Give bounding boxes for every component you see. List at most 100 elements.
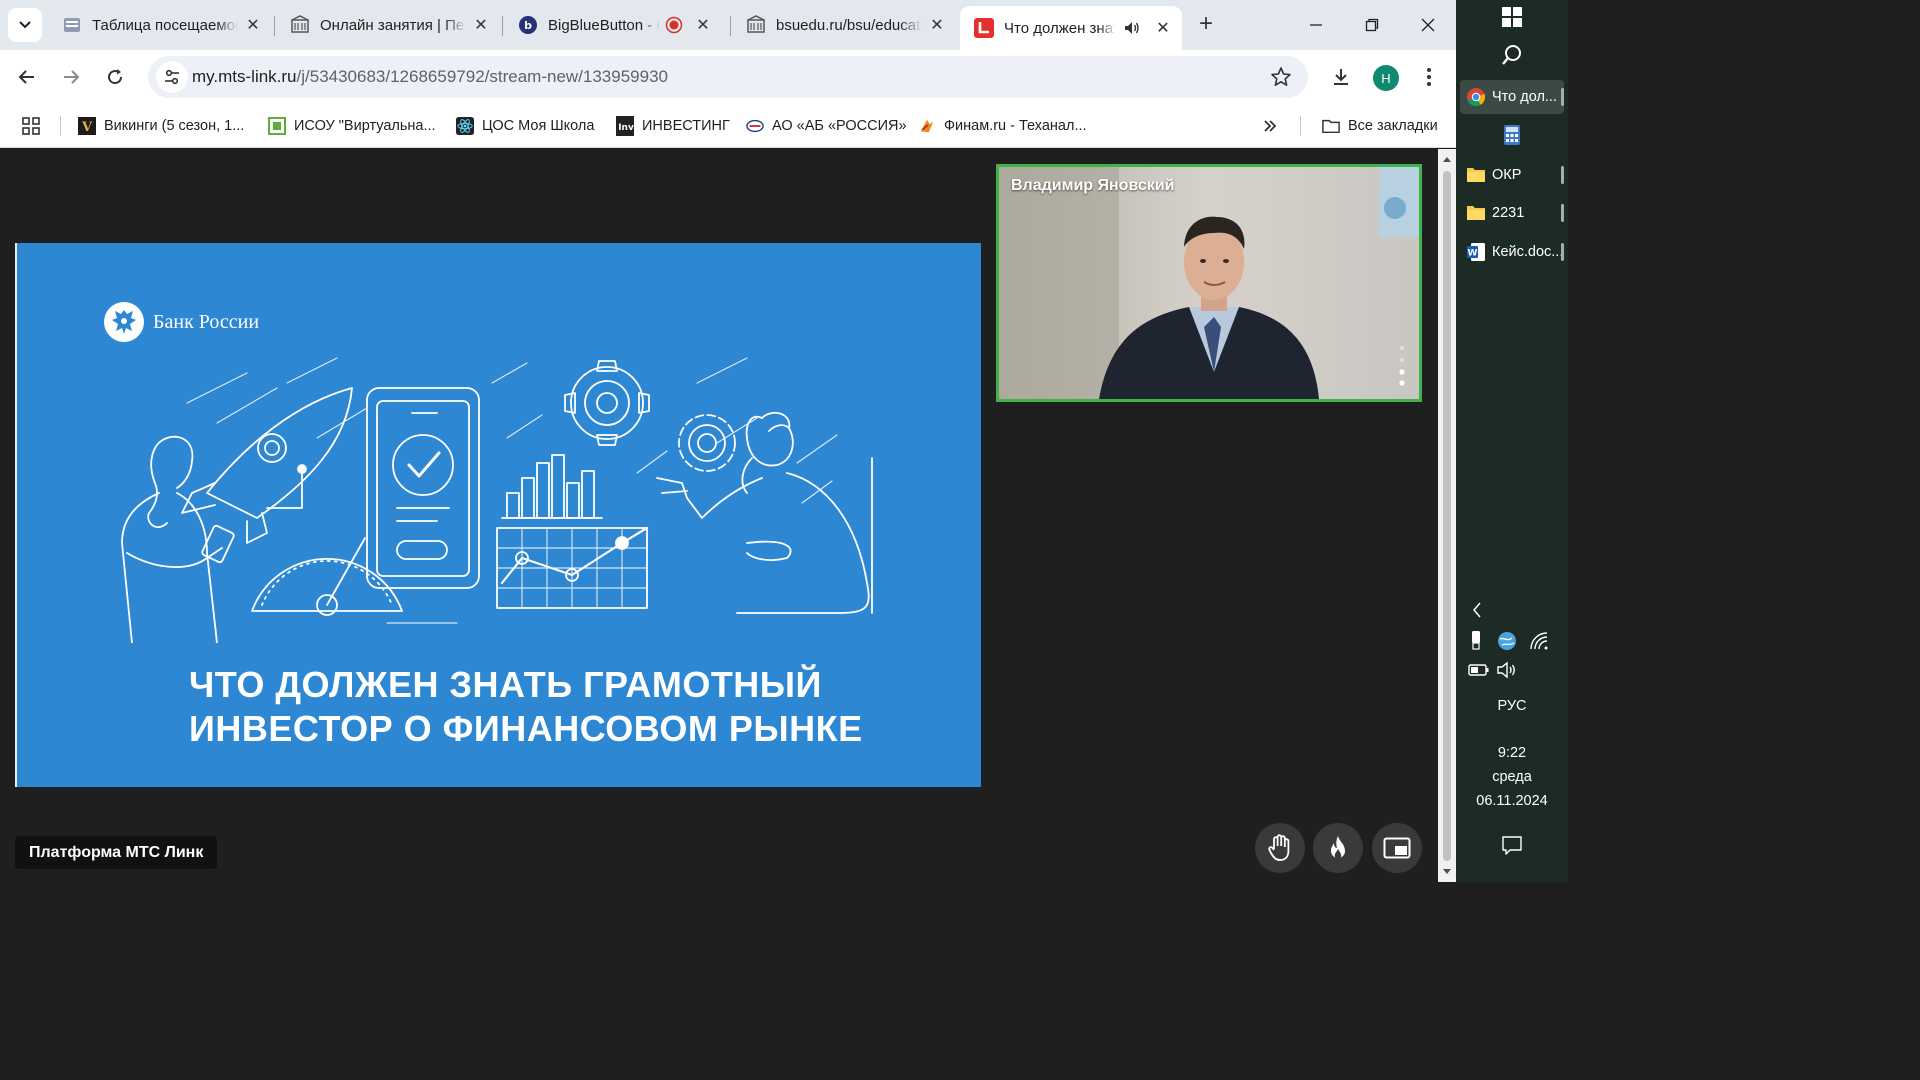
bookmark-my-school[interactable]: ЦОС Моя Школа	[456, 113, 594, 139]
speaker-video[interactable]: Владимир Яновский	[996, 164, 1422, 402]
wifi-icon	[1530, 632, 1548, 650]
speaker-icon[interactable]	[1122, 18, 1142, 38]
restore-button[interactable]	[1344, 8, 1400, 42]
minimize-button[interactable]	[1288, 8, 1344, 42]
browser-toolbar: my.mts-link.ru/j/53430683/1268659792/str…	[0, 50, 1456, 104]
close-icon[interactable]: ✕	[694, 16, 712, 34]
new-tab-button[interactable]: +	[1192, 10, 1220, 38]
folder-icon	[1466, 203, 1486, 223]
bookmark-label: АО «АБ «РОССИЯ»	[772, 118, 907, 134]
reload-button[interactable]	[98, 60, 132, 94]
brand-name: Банк России	[153, 310, 260, 333]
more-vertical-icon	[1427, 68, 1431, 86]
tray-usb-device[interactable]	[1468, 630, 1484, 652]
picture-in-picture-button[interactable]	[1372, 823, 1422, 873]
close-window-button[interactable]	[1400, 8, 1456, 42]
tab-mts-link-active[interactable]: Что должен знать ✕	[960, 6, 1182, 50]
scrollbar-thumb[interactable]	[1443, 171, 1451, 861]
scroll-up-icon[interactable]	[1438, 151, 1456, 167]
start-button[interactable]	[1500, 6, 1524, 30]
arrow-right-icon	[64, 70, 80, 84]
svg-text:V: V	[81, 120, 93, 135]
address-bar[interactable]: my.mts-link.ru/j/53430683/1268659792/str…	[148, 56, 1308, 98]
site-info-button[interactable]	[156, 61, 188, 93]
page-scrollbar[interactable]	[1438, 149, 1456, 882]
bookmarks-overflow-button[interactable]	[1262, 113, 1278, 139]
bookmark-isou[interactable]: ИСОУ "Виртуальна...	[268, 113, 436, 139]
tab-title: BigBlueButton - С	[548, 16, 660, 34]
react-icon	[456, 117, 474, 135]
tray-wifi[interactable]	[1528, 630, 1550, 652]
raise-hand-button[interactable]	[1255, 823, 1305, 873]
search-icon	[1502, 45, 1521, 65]
more-vertical-icon[interactable]	[1399, 343, 1405, 389]
notifications-button[interactable]	[1500, 834, 1524, 858]
clock-time[interactable]: 9:22	[1456, 745, 1568, 761]
isou-icon	[268, 117, 286, 135]
tab-bigbluebutton[interactable]: b BigBlueButton - С ✕	[504, 6, 728, 44]
url-text[interactable]: my.mts-link.ru/j/53430683/1268659792/str…	[192, 67, 668, 87]
bookmark-label: ИСОУ "Виртуальна...	[294, 118, 436, 134]
svg-text:W: W	[1468, 249, 1478, 259]
investment-illustration	[121, 357, 873, 643]
headline-line-2: ИНВЕСТОР О ФИНАНСОВОМ РЫНКЕ	[189, 708, 863, 749]
taskbar-chrome-window[interactable]: Что дол...	[1460, 80, 1564, 114]
tray-vpn[interactable]	[1496, 630, 1518, 652]
browser-menu-button[interactable]	[1412, 60, 1446, 94]
bookmark-investing[interactable]: Inv ИНВЕСТИНГ	[616, 113, 730, 139]
platform-label: Платформа МТС Линк	[15, 836, 218, 869]
svg-text:b: b	[524, 19, 532, 32]
all-bookmarks-button[interactable]: Все закладки	[1322, 113, 1438, 139]
bookmark-finam[interactable]: Финам.ru - Теханал...	[918, 113, 1087, 139]
star-icon	[1271, 67, 1291, 86]
open-indicator	[1561, 166, 1564, 184]
building-icon	[290, 15, 310, 35]
calculator-icon	[1504, 125, 1520, 145]
close-icon[interactable]: ✕	[928, 16, 946, 34]
arrow-left-icon	[18, 70, 34, 84]
tab-online-classes[interactable]: Онлайн занятия | Пе ✕	[276, 6, 500, 44]
close-icon[interactable]: ✕	[244, 16, 262, 34]
show-hidden-icons-button[interactable]	[1468, 600, 1486, 622]
tab-attendance[interactable]: Таблица посещаемости ✕	[48, 6, 272, 44]
tab-bsuedu[interactable]: bsuedu.ru/bsu/educat ✕	[732, 6, 956, 44]
taskbar-folder-okr[interactable]: ОКР	[1460, 158, 1564, 192]
taskbar-calculator[interactable]	[1500, 124, 1524, 148]
restore-icon	[1365, 18, 1379, 32]
tab-title: Онлайн занятия | Пе	[320, 16, 465, 34]
picture-in-picture-icon	[1383, 837, 1411, 859]
taskbar-word-document[interactable]: W Кейс.doc...	[1460, 235, 1564, 269]
word-icon: W	[1466, 242, 1486, 262]
bookmark-vikings[interactable]: V Викинги (5 сезон, 1...	[78, 113, 244, 139]
taskbar-item-label: Что дол...	[1492, 89, 1557, 105]
finam-icon	[918, 117, 936, 135]
reload-icon	[108, 69, 123, 85]
reaction-button[interactable]	[1313, 823, 1363, 873]
tray-battery[interactable]	[1468, 660, 1490, 682]
active-indicator	[1561, 88, 1564, 106]
clock-date[interactable]: 06.11.2024	[1456, 793, 1568, 809]
close-icon[interactable]: ✕	[1154, 19, 1172, 37]
tray-language[interactable]: РУС	[1456, 698, 1568, 714]
tab-separator	[502, 16, 503, 36]
globe-icon	[1498, 632, 1516, 650]
usb-drive-icon	[1472, 631, 1480, 650]
bookmarks-divider	[1300, 116, 1301, 136]
apps-button[interactable]	[22, 113, 40, 139]
bookmark-ab-russia[interactable]: АО «АБ «РОССИЯ»	[746, 113, 907, 139]
downloads-button[interactable]	[1324, 60, 1358, 94]
open-indicator	[1561, 204, 1564, 222]
scroll-down-icon[interactable]	[1438, 864, 1456, 880]
bookmarks-bar: V Викинги (5 сезон, 1... ИСОУ "Виртуальн…	[0, 104, 1456, 148]
taskbar-folder-2231[interactable]: 2231	[1460, 196, 1564, 230]
back-button[interactable]	[10, 60, 44, 94]
close-icon[interactable]: ✕	[472, 16, 490, 34]
clock-weekday[interactable]: среда	[1456, 769, 1568, 785]
bookmark-star-button[interactable]	[1270, 66, 1292, 88]
tab-search-button[interactable]	[8, 8, 42, 42]
profile-avatar[interactable]: Н	[1373, 65, 1399, 91]
taskbar-search-button[interactable]	[1500, 44, 1524, 68]
tray-volume[interactable]	[1496, 660, 1518, 682]
hand-icon	[1268, 834, 1290, 861]
forward-button[interactable]	[54, 60, 88, 94]
